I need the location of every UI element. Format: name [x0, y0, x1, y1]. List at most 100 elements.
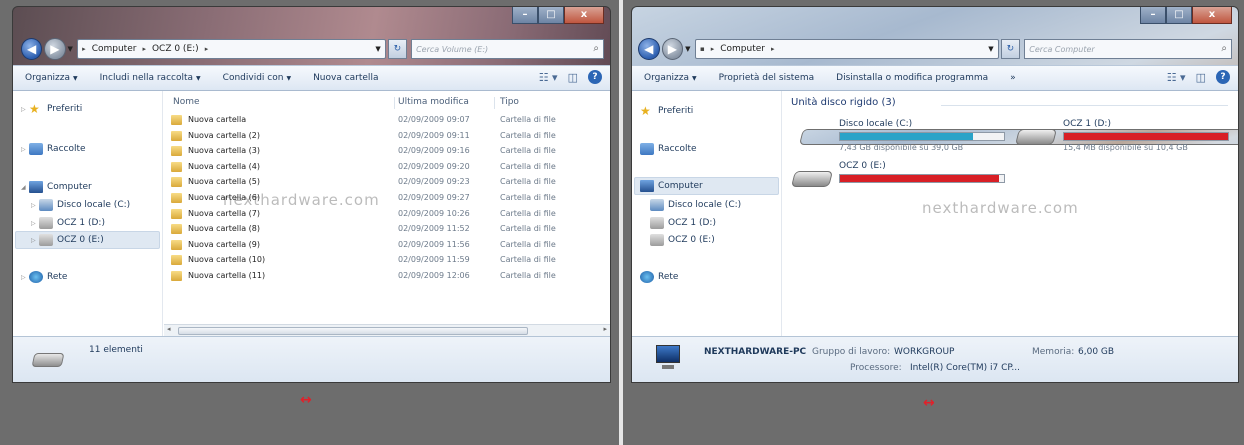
minimize-button[interactable]: –: [512, 7, 538, 24]
table-row[interactable]: Nuova cartella (8) 02/09/2009 11:52 Cartel…: [164, 222, 610, 236]
folder-icon: [171, 115, 182, 125]
file-type: Cartella di file: [500, 255, 556, 265]
horizontal-scrollbar[interactable]: ◂ ▸: [164, 324, 610, 336]
drive-tile-e[interactable]: OCZ 0 (E:): [791, 161, 1005, 197]
sidebar-item-drive-d[interactable]: OCZ 1 (D:): [650, 217, 716, 229]
history-dropdown-icon[interactable]: ▼: [685, 45, 695, 53]
search-input[interactable]: Cerca Volume (E:) ⌕: [411, 39, 604, 59]
star-icon: ★: [640, 104, 651, 118]
drive-icon: [1015, 129, 1057, 145]
maximize-button[interactable]: □: [1166, 7, 1192, 24]
views-icon[interactable]: ☷ ▾: [1167, 71, 1186, 84]
file-name: Nuova cartella (4): [188, 161, 260, 171]
group-header[interactable]: Unità disco rigido (3): [791, 97, 1228, 111]
refresh-button[interactable]: ↻: [387, 39, 408, 59]
folder-icon: [171, 271, 182, 281]
view-controls: ☷ ▾ ◫ ?: [529, 70, 602, 84]
explorer-content: ★ Preferiti Raccolte Computer Disco local…: [632, 91, 1238, 336]
navigation-pane: ▷ ★ Preferiti ▷ Raccolte ◢ Computer ▷ Disco l…: [13, 91, 163, 336]
table-row[interactable]: Nuova cartella 02/09/2009 09:07 Cartella d…: [164, 113, 610, 127]
back-button[interactable]: ◀: [638, 38, 660, 60]
file-name: Nuova cartella (11): [188, 271, 266, 280]
maximize-button[interactable]: □: [538, 7, 564, 24]
search-input[interactable]: Cerca Computer ⌕: [1024, 39, 1232, 59]
table-row[interactable]: Nuova cartella (11) 02/09/2009 12:06 Carte…: [164, 269, 610, 283]
sidebar-item-drive-e[interactable]: ▷ OCZ 0 (E:): [31, 234, 104, 246]
help-icon[interactable]: ?: [1216, 70, 1230, 84]
close-button[interactable]: x: [564, 7, 604, 24]
views-icon[interactable]: ☷ ▾: [539, 71, 558, 84]
sidebar-item-libraries[interactable]: ▷ Raccolte: [21, 143, 86, 155]
sidebar-item-drive-e[interactable]: OCZ 0 (E:): [650, 234, 715, 246]
chevron-right-icon[interactable]: ▸: [711, 45, 715, 53]
drive-tile-d[interactable]: OCZ 1 (D:) 15,4 MB disponibile su 10,4 G…: [1015, 119, 1229, 155]
table-row[interactable]: Nuova cartella (2) 02/09/2009 09:11 Cartel…: [164, 129, 610, 143]
chevron-right-icon[interactable]: ▸: [771, 45, 775, 53]
memory-label: Memoria:: [1032, 347, 1075, 357]
table-row[interactable]: Nuova cartella (4) 02/09/2009 09:20 Cartel…: [164, 160, 610, 174]
history-dropdown-icon[interactable]: ▼: [68, 45, 78, 53]
preview-pane-icon[interactable]: ◫: [568, 71, 578, 84]
chevron-right-icon[interactable]: ▸: [205, 45, 209, 53]
watermark: nexthardware.com: [922, 199, 1079, 217]
workgroup-label: Gruppo di lavoro:: [812, 347, 891, 357]
breadcrumb-computer[interactable]: Computer: [720, 44, 765, 54]
table-row[interactable]: Nuova cartella (9) 02/09/2009 11:56 Cartel…: [164, 238, 610, 252]
sidebar-item-network[interactable]: ▷ Rete: [21, 271, 67, 283]
search-icon[interactable]: ⌕: [593, 43, 599, 54]
include-in-library-menu[interactable]: Includi nella raccolta ▼: [100, 73, 201, 83]
uninstall-program-button[interactable]: Disinstalla o modifica programma: [836, 73, 988, 83]
sidebar-item-favorites[interactable]: ▷ ★ Preferiti: [21, 103, 82, 115]
table-row[interactable]: Nuova cartella (3) 02/09/2009 09:16 Cartel…: [164, 144, 610, 158]
sidebar-item-network[interactable]: Rete: [640, 271, 678, 283]
organize-menu[interactable]: Organizza ▼: [25, 73, 78, 83]
column-type[interactable]: Tipo: [500, 97, 519, 107]
breadcrumb-computer[interactable]: Computer: [92, 44, 137, 54]
capacity-bar: [839, 174, 1005, 183]
system-properties-button[interactable]: Proprietà del sistema: [719, 73, 814, 83]
share-with-menu[interactable]: Condividi con ▼: [223, 73, 291, 83]
more-commands-button[interactable]: »: [1010, 73, 1016, 83]
address-bar[interactable]: ▪ ▸ Computer ▸ ▼: [694, 39, 999, 59]
column-name[interactable]: Nome: [173, 97, 200, 107]
file-type: Cartella di file: [500, 193, 556, 202]
search-icon[interactable]: ⌕: [1221, 43, 1227, 54]
sidebar-item-drive-c[interactable]: Disco locale (C:): [650, 199, 741, 211]
breadcrumb-ocz0[interactable]: OCZ 0 (E:): [152, 44, 199, 54]
address-dropdown-icon[interactable]: ▼: [988, 45, 993, 53]
table-row[interactable]: Nuova cartella (10) 02/09/2009 11:59 Carte…: [164, 253, 610, 267]
command-bar: Organizza ▼ Proprietà del sistema Disinst…: [632, 65, 1238, 91]
refresh-button[interactable]: ↻: [1000, 39, 1021, 59]
scroll-left-icon[interactable]: ◂: [167, 325, 171, 333]
preview-pane-icon[interactable]: ◫: [1196, 71, 1206, 84]
file-type: Cartella di file: [500, 239, 556, 249]
library-icon: [640, 143, 654, 155]
close-button[interactable]: x: [1192, 7, 1232, 24]
sidebar-item-libraries[interactable]: Raccolte: [640, 143, 697, 155]
sidebar-item-drive-c[interactable]: ▷ Disco locale (C:): [31, 199, 130, 211]
organize-menu[interactable]: Organizza ▼: [644, 73, 697, 83]
minimize-button[interactable]: –: [1140, 7, 1166, 24]
back-button[interactable]: ◀: [21, 38, 43, 60]
table-row[interactable]: Nuova cartella (5) 02/09/2009 09:23 Cartel…: [164, 175, 610, 189]
address-dropdown-icon[interactable]: ▼: [375, 45, 380, 53]
computer-icon: [652, 343, 682, 373]
column-modified[interactable]: Ultima modifica: [398, 97, 469, 107]
chevron-right-icon[interactable]: ▸: [142, 45, 146, 53]
file-type: Cartella di file: [500, 224, 556, 234]
drive-tile-c[interactable]: Disco locale (C:) 7,43 GB disponibile su…: [793, 119, 1238, 155]
sidebar-item-computer[interactable]: Computer: [640, 180, 703, 192]
file-date: 02/09/2009 12:06: [398, 271, 470, 280]
file-date: 02/09/2009 09:07: [398, 115, 470, 124]
workgroup-value: WORKGROUP: [894, 347, 955, 357]
scrollbar-thumb[interactable]: [178, 327, 528, 335]
sidebar-item-computer[interactable]: ◢ Computer: [21, 181, 92, 193]
sidebar-item-favorites[interactable]: ★ Preferiti: [640, 105, 693, 117]
forward-button[interactable]: ▶: [661, 38, 684, 60]
scroll-right-icon[interactable]: ▸: [603, 325, 607, 333]
sidebar-item-drive-d[interactable]: ▷ OCZ 1 (D:): [31, 217, 105, 229]
address-bar[interactable]: ▸ Computer ▸ OCZ 0 (E:) ▸ ▼: [77, 39, 386, 59]
forward-button[interactable]: ▶: [44, 38, 66, 60]
help-icon[interactable]: ?: [588, 70, 602, 84]
new-folder-button[interactable]: Nuova cartella: [313, 73, 378, 83]
